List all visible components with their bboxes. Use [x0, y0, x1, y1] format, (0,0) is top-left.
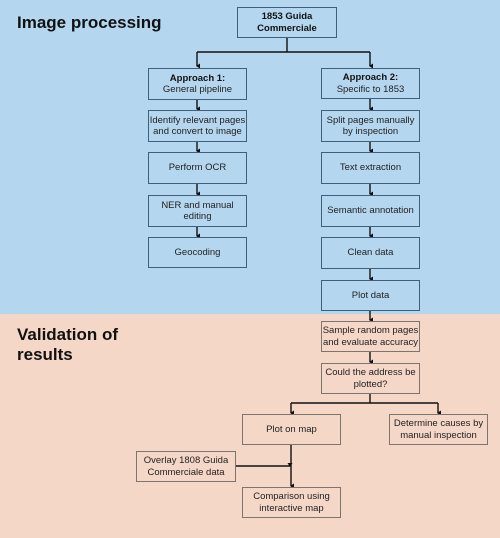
node-label: Text extraction [339, 162, 402, 174]
node-comparison: Comparison using interactive map [242, 487, 341, 518]
section-title-validation: Validation of results [17, 325, 119, 364]
node-a2-semantic-annotation: Semantic annotation [321, 195, 420, 227]
node-a2-clean-data: Clean data [321, 237, 420, 269]
node-label: Plot data [351, 289, 390, 301]
node-plot-on-map: Plot on map [242, 414, 341, 445]
node-a2-split-pages: Split pages manually by inspection [321, 110, 420, 142]
node-label: Identify relevant pages and convert to i… [149, 114, 246, 138]
node-label: Sample random pages and evaluate accurac… [322, 325, 419, 348]
node-overlay-1808: Overlay 1808 Guida Commerciale data [136, 451, 236, 482]
node-label: Semantic annotation [327, 205, 414, 217]
node-label: Geocoding [174, 246, 221, 258]
node-label: NER and manual editing [161, 199, 234, 223]
node-a2-plot-data: Plot data [321, 280, 420, 311]
approach1-subtitle: General pipeline [162, 84, 233, 95]
approach2-subtitle: Specific to 1853 [336, 83, 405, 95]
node-label: Determine causes by manual inspection [393, 418, 484, 441]
node-label: Perform OCR [168, 162, 227, 174]
section-title-image-processing: Image processing [17, 13, 162, 32]
node-label: Split pages manually by inspection [326, 114, 415, 138]
node-a2-text-extraction: Text extraction [321, 152, 420, 184]
node-a1-ocr: Perform OCR [148, 152, 247, 184]
approach1-title: Approach 1: [169, 72, 226, 84]
node-sample-pages: Sample random pages and evaluate accurac… [321, 321, 420, 352]
approach2-title: Approach 2: [342, 72, 399, 83]
node-a1-geocoding: Geocoding [148, 237, 247, 268]
node-approach2: Approach 2: Specific to 1853 [321, 68, 420, 99]
node-decision-plotted: Could the address be plotted? [321, 363, 420, 394]
node-label: Plot on map [266, 423, 317, 435]
node-source-label: 1853 Guida Commerciale [257, 11, 317, 34]
node-source: 1853 Guida Commerciale [237, 7, 337, 38]
node-label: Comparison using interactive map [253, 491, 330, 514]
node-determine-causes: Determine causes by manual inspection [389, 414, 488, 445]
image-processing-region [0, 0, 500, 314]
node-label: Overlay 1808 Guida Commerciale data [143, 455, 229, 478]
node-label: Clean data [347, 247, 394, 259]
node-label: Could the address be plotted? [325, 367, 416, 390]
node-a1-identify-pages: Identify relevant pages and convert to i… [148, 110, 247, 142]
node-approach1: Approach 1: General pipeline [148, 68, 247, 100]
node-a1-ner: NER and manual editing [148, 195, 247, 227]
